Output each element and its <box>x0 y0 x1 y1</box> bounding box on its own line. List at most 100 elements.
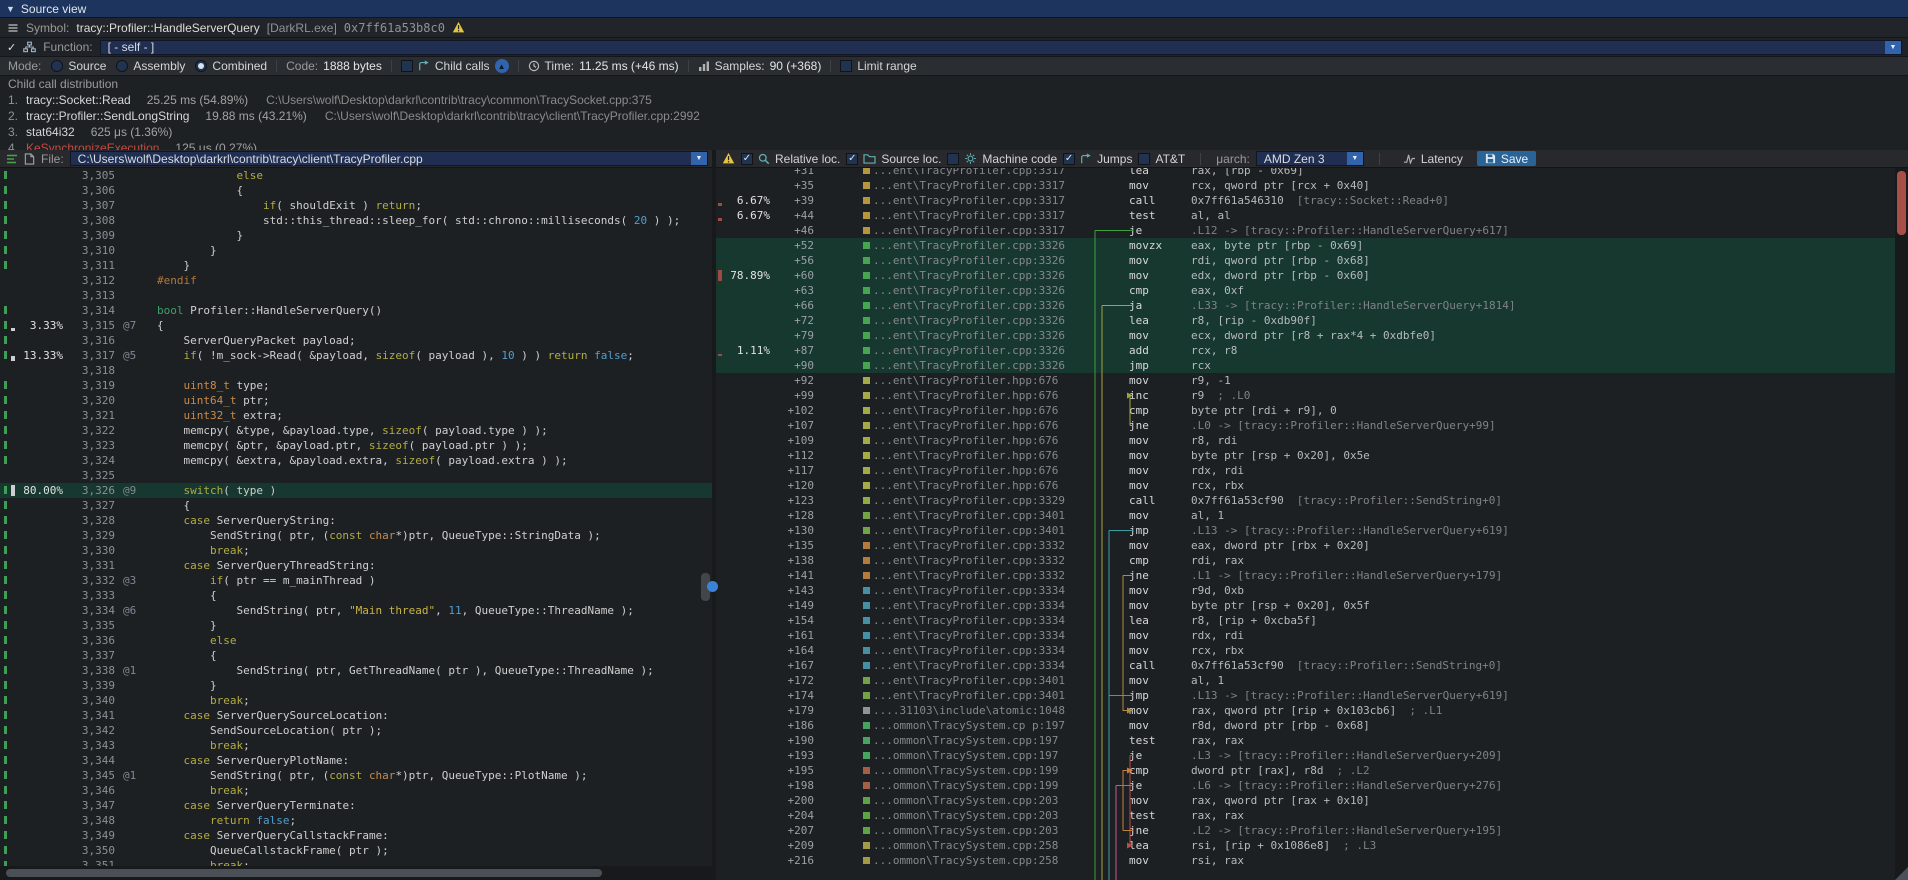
file-combo[interactable]: C:\Users\wolf\Desktop\darkrl\contrib\tra… <box>70 151 708 166</box>
source-line[interactable]: 3,348 return false; <box>0 813 712 828</box>
asm-source-location[interactable]: ...ent\TracyProfiler.cpp:3334 <box>873 643 1083 658</box>
asm-row[interactable]: +56...ent\TracyProfiler.cpp:3326movrdi, … <box>716 253 1908 268</box>
asm-offset[interactable]: +200 <box>770 793 814 808</box>
asm-source-location[interactable]: ...ent\TracyProfiler.cpp:3326 <box>873 253 1083 268</box>
asm-source-location[interactable]: ...ent\TracyProfiler.cpp:3401 <box>873 688 1083 703</box>
source-line[interactable]: 3,333 { <box>0 588 712 603</box>
asm-offset[interactable]: +60 <box>770 268 814 283</box>
source-line[interactable]: 3,349 case ServerQueryCallstackFrame: <box>0 828 712 843</box>
asm-offset[interactable]: +39 <box>770 193 814 208</box>
source-lines-icon[interactable] <box>6 153 18 165</box>
asm-offset[interactable]: +87 <box>770 343 814 358</box>
source-line[interactable]: 3,318 <box>0 363 712 378</box>
asm-source-location[interactable]: ...ent\TracyProfiler.cpp:3326 <box>873 313 1083 328</box>
line-number[interactable]: 3,323 <box>69 438 115 453</box>
source-line[interactable]: 3,346 break; <box>0 783 712 798</box>
line-number[interactable]: 3,324 <box>69 453 115 468</box>
asm-offset[interactable]: +66 <box>770 298 814 313</box>
source-line[interactable]: 3,316 ServerQueryPacket payload; <box>0 333 712 348</box>
line-number[interactable]: 3,311 <box>69 258 115 273</box>
asm-offset[interactable]: +174 <box>770 688 814 703</box>
function-combo[interactable]: [ - self - ] ▼ <box>100 40 1902 55</box>
source-line[interactable]: 3,342 SendSourceLocation( ptr ); <box>0 723 712 738</box>
source-horizontal-scrollbar[interactable] <box>0 866 712 880</box>
asm-source-location[interactable]: ...ent\TracyProfiler.cpp:3326 <box>873 298 1083 313</box>
asm-source-location[interactable]: ...ent\TracyProfiler.cpp:3317 <box>873 208 1083 223</box>
asm-offset[interactable]: +154 <box>770 613 814 628</box>
line-number[interactable]: 3,327 <box>69 498 115 513</box>
asm-offset[interactable]: +102 <box>770 403 814 418</box>
asm-source-location[interactable]: ...ent\TracyProfiler.cpp:3334 <box>873 628 1083 643</box>
asm-source-location[interactable]: ...ommon\TracySystem.cpp:199 <box>873 778 1083 793</box>
asm-row[interactable]: +172...ent\TracyProfiler.cpp:3401moval, … <box>716 673 1908 688</box>
asm-offset[interactable]: +72 <box>770 313 814 328</box>
asm-offset[interactable]: +130 <box>770 523 814 538</box>
asm-row[interactable]: +112...ent\TracyProfiler.hpp:676movbyte … <box>716 448 1908 463</box>
asm-row[interactable]: +109...ent\TracyProfiler.hpp:676movr8, r… <box>716 433 1908 448</box>
mode-radio-assembly[interactable]: Assembly <box>116 59 185 73</box>
asm-source-location[interactable]: ...ommon\TracySystem.cpp:197 <box>873 733 1083 748</box>
asm-row[interactable]: +154...ent\TracyProfiler.cpp:3334lear8, … <box>716 613 1908 628</box>
line-number[interactable]: 3,309 <box>69 228 115 243</box>
asm-source-location[interactable]: ...ent\TracyProfiler.cpp:3334 <box>873 613 1083 628</box>
asm-source-location[interactable]: ...ent\TracyProfiler.cpp:3332 <box>873 568 1083 583</box>
line-number[interactable]: 3,338 <box>69 663 115 678</box>
source-line[interactable]: 3,312#endif <box>0 273 712 288</box>
asm-source-location[interactable]: ...ent\TracyProfiler.cpp:3326 <box>873 283 1083 298</box>
scrollbar-thumb[interactable] <box>6 869 602 877</box>
asm-row[interactable]: +102...ent\TracyProfiler.hpp:676cmpbyte … <box>716 403 1908 418</box>
line-number[interactable]: 3,312 <box>69 273 115 288</box>
toggle-source-loc[interactable]: Source loc. <box>846 152 941 166</box>
asm-offset[interactable]: +99 <box>770 388 814 403</box>
asm-row[interactable]: 6.67%+44...ent\TracyProfiler.cpp:3317tes… <box>716 208 1908 223</box>
source-code-view[interactable]: 3,305 else3,306 {3,307 if( shouldExit ) … <box>0 168 712 866</box>
asm-offset[interactable]: +179 <box>770 703 814 718</box>
source-line[interactable]: 3,305 else <box>0 168 712 183</box>
source-line[interactable]: 3,337 { <box>0 648 712 663</box>
asm-offset[interactable]: +216 <box>770 853 814 868</box>
pane-divider-handle[interactable] <box>707 581 718 592</box>
source-line[interactable]: 3,322 memcpy( &type, &payload.type, size… <box>0 423 712 438</box>
line-number[interactable]: 3,329 <box>69 528 115 543</box>
asm-row[interactable]: +79...ent\TracyProfiler.cpp:3326movecx, … <box>716 328 1908 343</box>
line-number[interactable]: 3,337 <box>69 648 115 663</box>
uarch-combo[interactable]: AMD Zen 3 ▼ <box>1256 151 1364 166</box>
asm-source-location[interactable]: ...ent\TracyProfiler.cpp:3334 <box>873 598 1083 613</box>
latency-button[interactable]: Latency <box>1395 151 1471 166</box>
asm-source-location[interactable]: ...ent\TracyProfiler.cpp:3326 <box>873 343 1083 358</box>
source-line[interactable]: 3,341 case ServerQuerySourceLocation: <box>0 708 712 723</box>
line-number[interactable]: 3,317 <box>69 348 115 363</box>
source-line[interactable]: 3,330 break; <box>0 543 712 558</box>
limit-range-checkbox[interactable] <box>840 60 852 72</box>
asm-offset[interactable]: +135 <box>770 538 814 553</box>
toggle-att-syntax[interactable]: AT&T <box>1138 152 1185 166</box>
asm-row[interactable]: +167...ent\TracyProfiler.cpp:3334call0x7… <box>716 658 1908 673</box>
asm-source-location[interactable]: ...ommon\TracySystem.cpp:258 <box>873 838 1083 853</box>
asm-row[interactable]: +123...ent\TracyProfiler.cpp:3329call0x7… <box>716 493 1908 508</box>
line-number[interactable]: 3,347 <box>69 798 115 813</box>
asm-source-location[interactable]: ...ent\TracyProfiler.cpp:3317 <box>873 193 1083 208</box>
asm-source-location[interactable]: ...ent\TracyProfiler.cpp:3329 <box>873 493 1083 508</box>
line-number[interactable]: 3,320 <box>69 393 115 408</box>
line-number[interactable]: 3,310 <box>69 243 115 258</box>
asm-row[interactable]: +72...ent\TracyProfiler.cpp:3326lear8, [… <box>716 313 1908 328</box>
asm-offset[interactable]: +52 <box>770 238 814 253</box>
asm-offset[interactable]: +193 <box>770 748 814 763</box>
source-line[interactable]: 3,310 } <box>0 243 712 258</box>
asm-offset[interactable]: +195 <box>770 763 814 778</box>
line-number[interactable]: 3,326 <box>69 483 115 498</box>
asm-offset[interactable]: +117 <box>770 463 814 478</box>
source-line[interactable]: 3,327 { <box>0 498 712 513</box>
asm-offset[interactable]: +198 <box>770 778 814 793</box>
toggle-relative-loc[interactable]: Relative loc. <box>741 152 840 166</box>
source-line[interactable]: 3,323 memcpy( &ptr, &payload.ptr, sizeof… <box>0 438 712 453</box>
chevron-down-icon[interactable]: ▼ <box>1347 152 1363 165</box>
asm-source-location[interactable]: ...ent\TracyProfiler.cpp:3334 <box>873 583 1083 598</box>
asm-offset[interactable]: +120 <box>770 478 814 493</box>
source-line[interactable]: 3,340 break; <box>0 693 712 708</box>
asm-row[interactable]: +31...ent\TracyProfiler.cpp:3317learax, … <box>716 168 1908 178</box>
asm-source-location[interactable]: ...ent\TracyProfiler.cpp:3332 <box>873 538 1083 553</box>
asm-row[interactable]: 6.67%+39...ent\TracyProfiler.cpp:3317cal… <box>716 193 1908 208</box>
asm-offset[interactable]: +204 <box>770 808 814 823</box>
asm-source-location[interactable]: ...ent\TracyProfiler.cpp:3334 <box>873 658 1083 673</box>
